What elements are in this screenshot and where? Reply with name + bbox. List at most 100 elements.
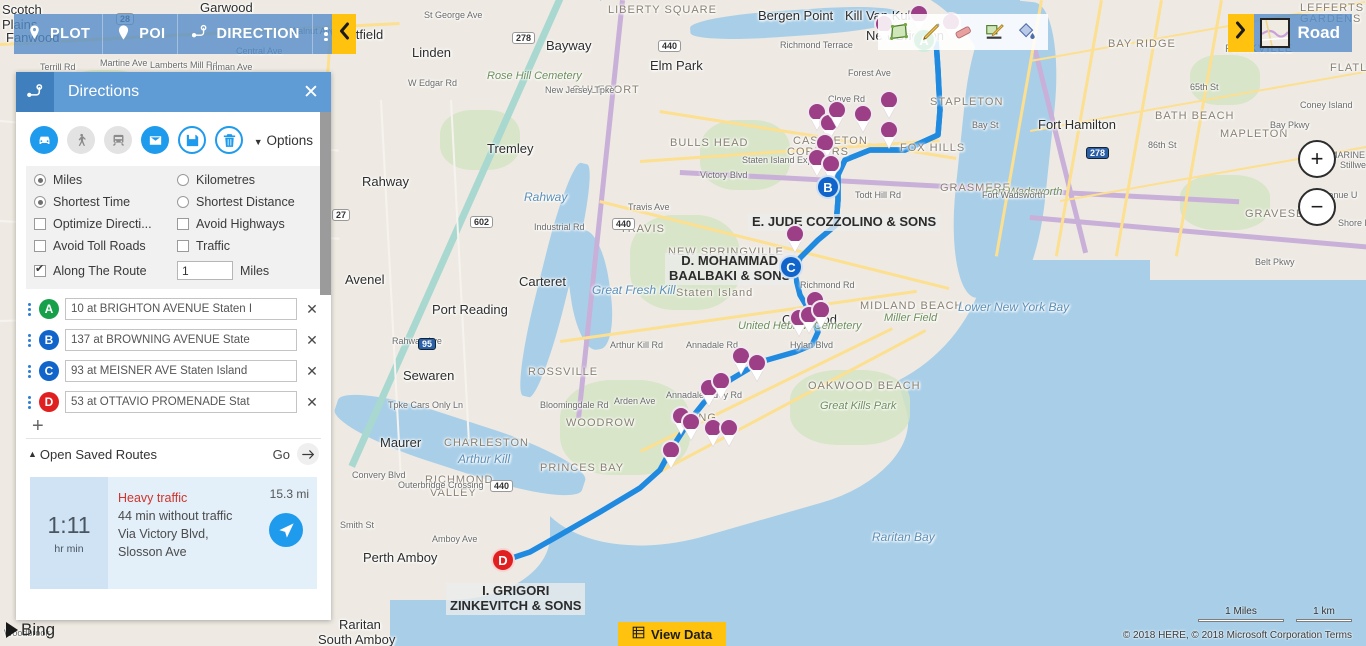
plot-button[interactable]: PLOT bbox=[14, 14, 104, 54]
option-avoid-toll-roads[interactable]: Avoid Toll Roads bbox=[34, 239, 177, 253]
waypoint-input-b[interactable] bbox=[65, 329, 297, 351]
bing-logo[interactable]: Bing bbox=[6, 620, 55, 640]
option-traffic[interactable]: Traffic bbox=[177, 239, 313, 253]
map-poi-pin[interactable] bbox=[879, 90, 901, 120]
waypoint-drag-handle[interactable] bbox=[26, 395, 33, 409]
map-mode-toolbar[interactable]: PLOT POI DIRECTION bbox=[14, 14, 344, 54]
kebab-menu-icon bbox=[324, 24, 328, 43]
collapse-panel-button[interactable] bbox=[332, 14, 356, 54]
map-route-shield: 440 bbox=[658, 40, 682, 52]
map-route-shield: 440 bbox=[490, 480, 514, 492]
map-waypoint-marker-c[interactable]: C bbox=[779, 255, 803, 279]
map-poi-pin[interactable] bbox=[879, 120, 901, 150]
along-route-distance-input[interactable] bbox=[177, 261, 233, 280]
polygon-icon[interactable] bbox=[884, 17, 914, 47]
route-distance-block: 15.3 mi bbox=[239, 477, 317, 589]
route-summary-card[interactable]: 1:11 hr min Heavy traffic 44 min without… bbox=[30, 477, 317, 589]
map-poi-pin[interactable] bbox=[827, 100, 849, 130]
panel-scrollbar[interactable] bbox=[320, 112, 331, 295]
view-data-label: View Data bbox=[651, 626, 713, 642]
floppy-save-icon[interactable] bbox=[178, 126, 206, 154]
directions-panel[interactable]: Directions ✕ ▼ Options Miles Kilometres … bbox=[16, 72, 331, 620]
scale-km-label: 1 km bbox=[1313, 606, 1335, 617]
map-poi-pin[interactable] bbox=[747, 353, 769, 383]
map-poi-pin[interactable] bbox=[719, 418, 741, 448]
poi-button[interactable]: POI bbox=[103, 14, 179, 54]
map-waypoint-marker-d[interactable]: D bbox=[491, 548, 515, 572]
go-button[interactable] bbox=[297, 443, 319, 465]
view-data-button[interactable]: View Data bbox=[618, 622, 727, 646]
option-along-the-route[interactable]: Along The Route bbox=[34, 261, 177, 280]
zoom-out-button[interactable]: − bbox=[1298, 188, 1336, 226]
option-optimize-directions[interactable]: Optimize Directi... bbox=[34, 217, 177, 231]
close-icon[interactable]: ✕ bbox=[291, 83, 331, 102]
map-poi-pin[interactable] bbox=[853, 104, 875, 134]
chevron-left-icon bbox=[338, 22, 351, 46]
pencil-icon[interactable] bbox=[916, 17, 946, 47]
map-style-current[interactable]: Road bbox=[1253, 14, 1352, 52]
caret-up-icon: ▲ bbox=[28, 449, 37, 459]
map-poi-pin[interactable] bbox=[711, 371, 733, 401]
waypoint-row[interactable]: A✕ bbox=[26, 298, 321, 320]
map-poi-pin[interactable] bbox=[811, 300, 833, 330]
remove-waypoint-b[interactable]: ✕ bbox=[303, 332, 321, 349]
map-style-bar[interactable]: Road bbox=[1227, 14, 1352, 52]
map-style-expand-button[interactable] bbox=[1227, 14, 1254, 52]
option-miles-label: Miles bbox=[53, 173, 83, 187]
saved-routes-row[interactable]: ▲ Open Saved Routes Go bbox=[26, 438, 321, 469]
option-avoid-tolls-label: Avoid Toll Roads bbox=[53, 239, 146, 253]
zoom-in-button[interactable]: + bbox=[1298, 140, 1336, 178]
directions-options[interactable]: Miles Kilometres Shortest Time Shortest … bbox=[26, 166, 321, 289]
option-shortest-distance[interactable]: Shortest Distance bbox=[177, 195, 313, 209]
poi-button-label: POI bbox=[139, 26, 166, 42]
map-poi-pin[interactable] bbox=[785, 224, 807, 254]
waypoint-input-a[interactable] bbox=[65, 298, 297, 320]
waypoint-drag-handle[interactable] bbox=[26, 364, 33, 378]
car-icon[interactable] bbox=[30, 126, 58, 154]
add-waypoint-button[interactable]: + bbox=[26, 413, 321, 436]
waypoint-badge-c: C bbox=[39, 361, 59, 381]
options-toggle[interactable]: ▼ Options bbox=[254, 133, 317, 148]
remove-waypoint-d[interactable]: ✕ bbox=[303, 394, 321, 411]
waypoint-input-d[interactable] bbox=[65, 391, 297, 413]
waypoint-row[interactable]: D✕ bbox=[26, 391, 321, 413]
paint-bucket-icon[interactable] bbox=[1012, 17, 1042, 47]
transit-icon[interactable] bbox=[104, 126, 132, 154]
option-kilometres[interactable]: Kilometres bbox=[177, 173, 313, 187]
directions-panel-body[interactable]: ▼ Options Miles Kilometres Shortest Time… bbox=[16, 112, 331, 620]
direction-button[interactable]: DIRECTION bbox=[178, 14, 313, 54]
edit-shape-icon[interactable] bbox=[980, 17, 1010, 47]
map-style-label: Road bbox=[1297, 23, 1341, 42]
waypoint-row[interactable]: C✕ bbox=[26, 360, 321, 382]
option-avoid-highways[interactable]: Avoid Highways bbox=[177, 217, 313, 231]
route-without-traffic: 44 min without traffic bbox=[118, 509, 233, 524]
map-route-shield: 95 bbox=[418, 338, 437, 350]
drawing-toolbar[interactable] bbox=[878, 14, 1048, 50]
route-duration-units: hr min bbox=[54, 542, 84, 555]
remove-waypoint-c[interactable]: ✕ bbox=[303, 363, 321, 380]
waypoint-drag-handle[interactable] bbox=[26, 333, 33, 347]
waypoint-row[interactable]: B✕ bbox=[26, 329, 321, 351]
travel-mode-row[interactable]: ▼ Options bbox=[26, 112, 321, 166]
map-route-shield: 27 bbox=[332, 209, 351, 221]
remove-waypoint-a[interactable]: ✕ bbox=[303, 301, 321, 318]
saved-routes-label[interactable]: Open Saved Routes bbox=[40, 447, 157, 462]
envelope-icon[interactable] bbox=[141, 126, 169, 154]
waypoint-input-c[interactable] bbox=[65, 360, 297, 382]
eraser-icon[interactable] bbox=[948, 17, 978, 47]
map-waypoint-marker-b[interactable]: B bbox=[816, 175, 840, 199]
waypoint-list[interactable]: A✕B✕C✕D✕ bbox=[26, 298, 321, 413]
option-miles[interactable]: Miles bbox=[34, 173, 177, 187]
option-avoid-highways-label: Avoid Highways bbox=[196, 217, 285, 231]
navigate-arrow-icon[interactable] bbox=[269, 513, 303, 547]
option-traffic-label: Traffic bbox=[196, 239, 231, 253]
walk-icon[interactable] bbox=[67, 126, 95, 154]
map-poi-pin[interactable] bbox=[661, 440, 683, 470]
map-poi-pin[interactable] bbox=[681, 412, 703, 442]
option-shortest-time-label: Shortest Time bbox=[53, 195, 131, 209]
option-shortest-time[interactable]: Shortest Time bbox=[34, 195, 177, 209]
trash-icon[interactable] bbox=[215, 126, 243, 154]
zoom-controls[interactable]: + − bbox=[1298, 140, 1336, 236]
along-route-distance-group[interactable]: Miles bbox=[177, 261, 313, 280]
waypoint-drag-handle[interactable] bbox=[26, 302, 33, 316]
